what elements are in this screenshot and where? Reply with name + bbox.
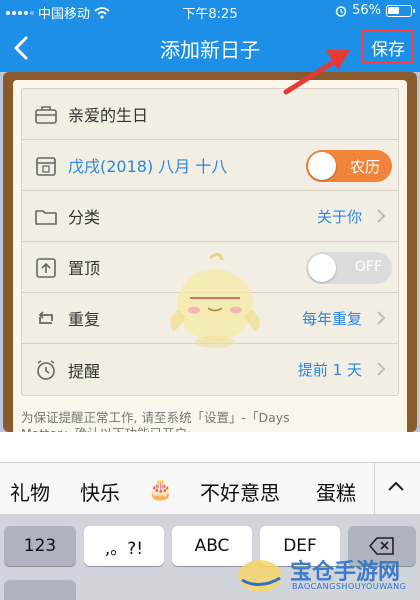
suggestion-3[interactable]: 🎂 (148, 477, 173, 501)
date-value[interactable]: 戊戌(2018) 八月 十八 (68, 153, 227, 177)
delete-key[interactable] (348, 526, 416, 566)
repeat-label: 重复 (68, 310, 101, 329)
chevron-up-icon[interactable] (386, 477, 406, 497)
suggestion-2[interactable]: 快乐 (80, 477, 120, 506)
key-punctuation[interactable]: ,。?! (84, 526, 164, 566)
backspace-icon (369, 537, 394, 555)
battery-percent: 56% (352, 3, 381, 18)
name-row[interactable]: 亲爱的生日 (22, 89, 398, 140)
calendar-icon (36, 157, 56, 176)
save-button[interactable]: 保存 (362, 30, 414, 64)
pin-top-toggle-label: OFF (354, 259, 382, 275)
battery-icon (386, 4, 415, 17)
pin-top-icon (36, 258, 56, 278)
category-label: 分类 (68, 208, 101, 227)
screen: 中国移动 下午8:25 56% 添加新日子 保存 亲爱的生日 戊戌(2018) … (0, 0, 420, 600)
key-123[interactable]: 123 (4, 526, 76, 566)
lunar-toggle[interactable]: 农历 (306, 150, 392, 182)
toggle-knob (308, 254, 336, 282)
suggestion-divider (374, 463, 375, 515)
suggestion-4[interactable]: 不好意思 (200, 477, 280, 506)
keyboard-keys: 123 ,。?! ABC DEF (0, 514, 420, 600)
category-value[interactable]: 关于你 (317, 206, 362, 227)
key-def[interactable]: DEF (260, 526, 340, 566)
pin-top-toggle[interactable]: OFF (306, 252, 392, 284)
keyboard-gap (0, 432, 420, 462)
repeat-value[interactable]: 每年重复 (302, 308, 362, 329)
key-abc[interactable]: ABC (172, 526, 252, 566)
nav-bar: 添加新日子 保存 (0, 24, 420, 72)
repeat-icon (38, 311, 53, 324)
alarm-clock-icon (37, 360, 55, 380)
reminder-label: 提醒 (68, 361, 101, 381)
key-row-2-left[interactable] (4, 580, 76, 600)
event-name-field[interactable]: 亲爱的生日 (68, 102, 148, 126)
chevron-right-icon (377, 311, 386, 325)
folder-icon (35, 210, 57, 225)
keyboard-suggestions: 礼物 快乐 🎂 不好意思 蛋糕 (0, 462, 420, 515)
category-row[interactable]: 分类 关于你 (22, 191, 398, 242)
lunar-toggle-label: 农历 (349, 158, 380, 176)
reminder-value[interactable]: 提前 1 天 (298, 359, 362, 380)
suggestion-5[interactable]: 蛋糕 (316, 477, 356, 506)
pin-top-label: 置顶 (68, 259, 101, 278)
chevron-right-icon (377, 209, 386, 223)
alarm-icon (335, 5, 347, 17)
mascot-chick-icon (170, 253, 260, 348)
status-bar: 中国移动 下午8:25 56% (0, 0, 420, 24)
toggle-knob (308, 152, 336, 180)
suggestion-1[interactable]: 礼物 (10, 477, 50, 506)
page-title: 添加新日子 (160, 38, 260, 62)
briefcase-icon (35, 106, 57, 124)
date-row[interactable]: 戊戌(2018) 八月 十八 农历 (22, 140, 398, 191)
chevron-right-icon (377, 362, 386, 376)
notice-line-1: 为保证提醒正常工作, 请至系统「设置」-「Days (21, 410, 290, 425)
